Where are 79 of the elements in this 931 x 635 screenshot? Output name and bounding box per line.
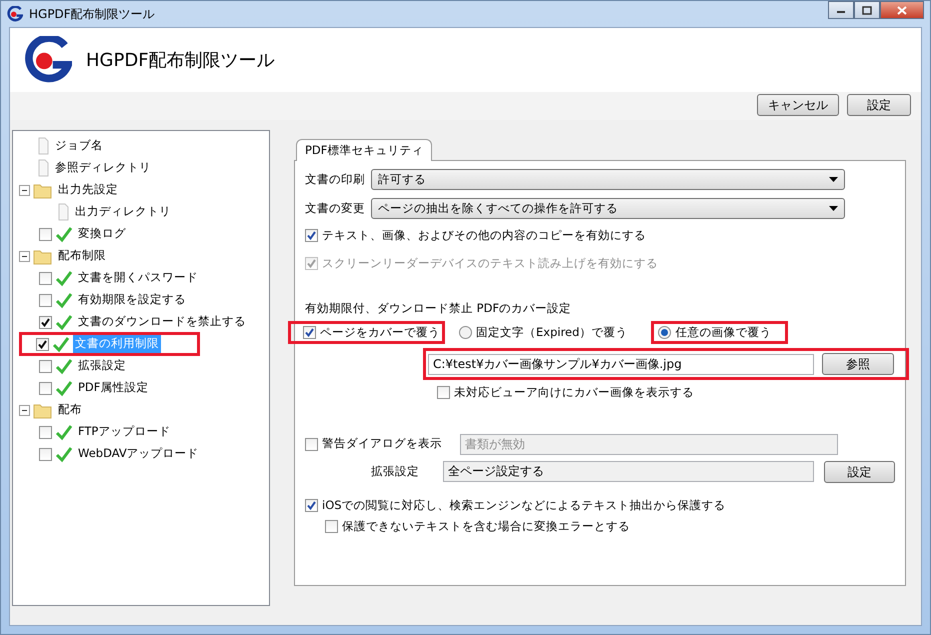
print-label: 文書の印刷 [305,171,365,188]
radio-label: 任意の画像で覆う [675,324,772,341]
check-icon [55,291,73,309]
tree-item-label[interactable]: FTPアップロード [76,423,172,441]
tree-checkbox[interactable] [39,294,52,306]
window-title: HGPDF配布制限ツール [29,6,155,23]
checkbox[interactable] [305,498,318,512]
check-icon [55,313,73,331]
radio-button[interactable] [658,326,672,340]
panel-tab[interactable]: PDF標準セキュリティ [296,139,432,162]
tree-checkbox[interactable] [39,316,52,328]
tree-checkbox[interactable] [36,338,49,350]
close-button[interactable] [880,1,924,19]
checkbox[interactable] [303,326,316,340]
tree-item-label[interactable]: 文書のダウンロードを禁止する [76,313,248,331]
checkbox-label: 未対応ビューア向けにカバー画像を表示する [454,384,694,402]
browse-button[interactable]: 参照 [822,353,894,376]
radio-label: 固定文字（Expired）で覆う [476,324,628,341]
tree-checkbox[interactable] [39,360,52,372]
tree-item-label[interactable]: 有効期限を設定する [76,291,188,309]
checkbox-label: 保護できないテキストを含む場合に変換エラーとする [342,518,630,535]
checkbox-label: iOSでの閲覧に対応し、検索エンジンなどによるテキスト抽出から保護する [322,496,726,514]
tree-item-label[interactable]: 文書を開くパスワード [76,269,200,287]
check-icon [55,357,73,375]
extension-settings-button[interactable]: 設定 [824,460,895,482]
tree-item-label[interactable]: ジョブ名 [53,137,105,155]
tree-checkbox[interactable] [39,228,52,240]
tree-item-label[interactable]: 変換ログ [76,225,128,243]
extension-field[interactable]: 全ページ設定する [443,461,814,482]
tree-item-label[interactable]: 出力先設定 [56,181,120,199]
checkbox[interactable] [437,386,450,400]
check-icon [55,423,73,441]
check-icon [55,269,73,287]
checkbox-label: テキスト、画像、およびその他の内容のコピーを有効にする [322,227,646,244]
checkbox-label: ページをカバーで覆う [320,324,440,341]
collapse-icon[interactable] [19,250,30,262]
toolbar-button[interactable]: 設定 [847,94,911,116]
checkbox[interactable] [305,438,318,450]
checkbox-label: スクリーンリーダーデバイスのテキスト読み上げを有効にする [322,254,658,272]
collapse-icon[interactable] [19,184,30,196]
extension-label: 拡張設定 [371,462,419,480]
tree-checkbox[interactable] [39,426,52,438]
checkbox[interactable] [305,229,318,242]
tree-item-label[interactable]: 配布 [56,401,84,419]
tree-item-label[interactable]: PDF属性設定 [76,379,150,397]
close-icon [897,6,907,14]
tree-item-label[interactable]: 配布制限 [56,247,108,265]
maximize-button[interactable] [854,1,880,19]
check-icon [55,225,73,243]
document-icon [36,159,50,177]
check-icon [55,445,73,463]
modify-label: 文書の変更 [305,200,365,218]
minimize-button[interactable] [828,1,854,19]
collapse-icon[interactable] [19,404,30,416]
tree-item-label[interactable]: 出力ディレクトリ [73,203,173,221]
dropdown-arrow-icon [829,206,838,212]
logo-icon [24,36,72,84]
modify-dropdown[interactable]: ページの抽出を除くすべての操作を許可する [371,198,845,220]
toolbar-button[interactable]: キャンセル [757,94,839,116]
tree-checkbox[interactable] [39,272,52,284]
check-icon [52,335,70,353]
file-path-field[interactable]: C:¥test¥カバー画像サンプル¥カバー画像.jpg [428,354,814,375]
maximize-icon [862,6,872,14]
logo-icon [7,6,23,22]
section-heading: 有効期限付、ダウンロード禁止 PDFのカバー設定 [305,300,572,317]
tree-checkbox[interactable] [39,448,52,460]
dropdown-arrow-icon [829,177,838,182]
document-icon [56,203,70,221]
app-title: HGPDF配布制限ツール [86,48,275,72]
tree-item-label[interactable]: 拡張設定 [76,357,128,375]
checkbox-label: 警告ダイアログを表示 [322,435,442,452]
print-dropdown[interactable]: 許可する [371,169,845,190]
tree-item-label[interactable]: 参照ディレクトリ [53,159,153,177]
document-icon [36,137,50,155]
checkbox[interactable] [325,520,338,533]
tree-item-label[interactable]: WebDAVアップロード [76,445,201,463]
tree-checkbox[interactable] [39,382,52,394]
check-icon [55,379,73,397]
radio-button[interactable] [459,326,472,340]
